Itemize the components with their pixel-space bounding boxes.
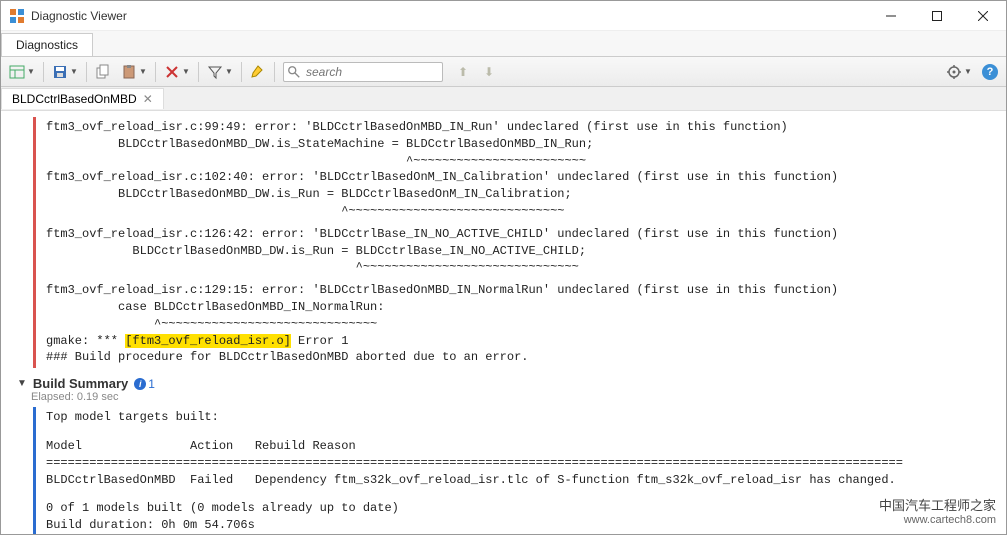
toolbar: ▼ ▼ ▼ ▼ ▼ ⬆ ⬇ ▼ ? xyxy=(1,57,1006,87)
tabbar: Diagnostics xyxy=(1,31,1006,57)
log-line: BLDCctrlBasedOnMBD_DW.is_Run = BLDCctrlB… xyxy=(46,186,994,203)
search-icon xyxy=(287,65,301,82)
delete-button[interactable]: ▼ xyxy=(160,60,194,84)
paste-button[interactable]: ▼ xyxy=(117,60,151,84)
chevron-down-icon[interactable]: ▼ xyxy=(17,378,27,389)
info-badge: i1 xyxy=(134,377,155,391)
log-line: BLDCctrlBasedOnMBD_DW.is_StateMachine = … xyxy=(46,136,994,153)
app-icon xyxy=(9,8,25,24)
content-area: ftm3_ovf_reload_isr.c:99:49: error: 'BLD… xyxy=(1,111,1006,534)
log-line: ftm3_ovf_reload_isr.c:129:15: error: 'BL… xyxy=(46,282,994,299)
summary-title: Build Summary xyxy=(33,376,128,391)
log-gap xyxy=(46,488,994,500)
log-tilde: ^~~~~~~~~~~~~~~~~~~~~~~~~ xyxy=(46,153,994,170)
search-next[interactable]: ⬇ xyxy=(477,60,501,84)
build-summary-header[interactable]: ▼ Build Summary i1 xyxy=(17,376,994,391)
copy-button[interactable] xyxy=(91,60,115,84)
info-icon: i xyxy=(134,378,146,390)
build-log: ftm3_ovf_reload_isr.c:99:49: error: 'BLD… xyxy=(33,117,994,368)
log-abort: ### Build procedure for BLDCctrlBasedOnM… xyxy=(46,349,994,366)
close-button[interactable] xyxy=(960,1,1006,31)
log-gmake: gmake: *** [ftm3_ovf_reload_isr.o] Error… xyxy=(46,333,994,350)
search-input[interactable] xyxy=(283,62,443,82)
file-tab-label: BLDCctrlBasedOnMBD xyxy=(12,92,137,106)
log-line: case BLDCctrlBasedOnMBD_IN_NormalRun: xyxy=(46,299,994,316)
summary-built: 0 of 1 models built (0 models already up… xyxy=(46,500,994,517)
close-icon[interactable]: ✕ xyxy=(143,92,153,106)
summary-block: Top model targets built: Model Action Re… xyxy=(33,407,994,534)
log-tilde: ^~~~~~~~~~~~~~~~~~~~~~~~~~~~~~~ xyxy=(46,316,994,333)
gmake-hl: [ftm3_ovf_reload_isr.o] xyxy=(125,334,291,348)
summary-sep: ========================================… xyxy=(46,455,994,472)
layout-button[interactable]: ▼ xyxy=(5,60,39,84)
elapsed-label: Elapsed: 0.19 sec xyxy=(31,391,994,403)
titlebar: Diagnostic Viewer xyxy=(1,1,1006,31)
log-line: ftm3_ovf_reload_isr.c:99:49: error: 'BLD… xyxy=(46,119,994,136)
settings-button[interactable]: ▼ xyxy=(942,60,976,84)
log-line: ftm3_ovf_reload_isr.c:102:40: error: 'BL… xyxy=(46,169,994,186)
highlight-button[interactable] xyxy=(246,60,270,84)
summary-line: Top model targets built: xyxy=(46,409,994,426)
tab-diagnostics[interactable]: Diagnostics xyxy=(1,33,93,56)
maximize-button[interactable] xyxy=(914,1,960,31)
help-button[interactable]: ? xyxy=(978,60,1002,84)
search-prev[interactable]: ⬆ xyxy=(451,60,475,84)
log-tilde: ^~~~~~~~~~~~~~~~~~~~~~~~~~~~~~~ xyxy=(46,259,994,276)
filter-button[interactable]: ▼ xyxy=(203,60,237,84)
summary-row: BLDCctrlBasedOnMBD Failed Dependency ftm… xyxy=(46,472,994,489)
file-tab[interactable]: BLDCctrlBasedOnMBD ✕ xyxy=(1,88,164,109)
window-title: Diagnostic Viewer xyxy=(31,9,868,23)
log-gap xyxy=(46,426,994,438)
log-line: ftm3_ovf_reload_isr.c:126:42: error: 'BL… xyxy=(46,226,994,243)
save-button[interactable]: ▼ xyxy=(48,60,82,84)
log-line: BLDCctrlBasedOnMBD_DW.is_Run = BLDCctrlB… xyxy=(46,243,994,260)
log-tilde: ^~~~~~~~~~~~~~~~~~~~~~~~~~~~~~~ xyxy=(46,203,994,220)
summary-header-row: Model Action Rebuild Reason xyxy=(46,438,994,455)
summary-dur: Build duration: 0h 0m 54.706s xyxy=(46,517,994,534)
minimize-button[interactable] xyxy=(868,1,914,31)
file-tabs: BLDCctrlBasedOnMBD ✕ xyxy=(1,87,1006,111)
